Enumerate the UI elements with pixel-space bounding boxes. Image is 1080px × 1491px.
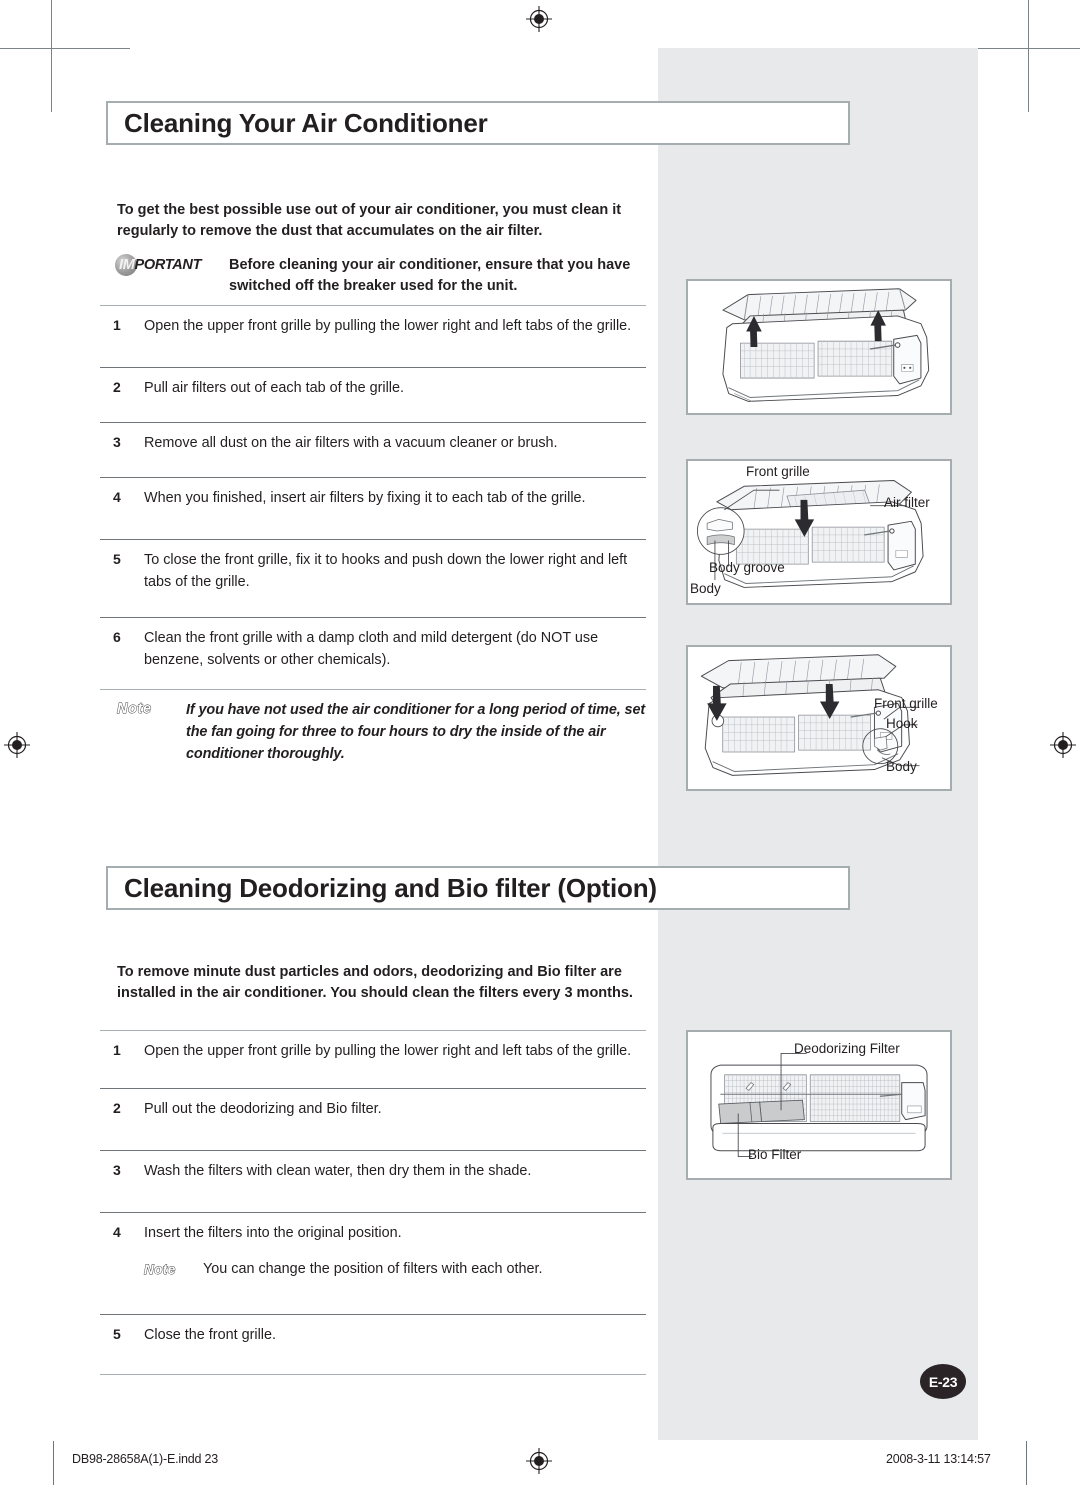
crop-mark-top-left-horizontal [0,48,130,49]
note-tag-label: Note [144,1262,176,1278]
crop-mark-top-left-vertical [51,0,52,112]
figure-close-front-grille-hook: Front grille Hook Body [686,645,952,791]
figure2-label-air-filter: Air filter [884,495,930,510]
footer-file-name: DB98-28658A(1)-E.indd 23 [72,1452,218,1466]
step-text: Remove all dust on the air filters with … [144,435,558,451]
step-number: 3 [113,1162,121,1178]
section-heading-cleaning-deodorizing-bio-filter: Cleaning Deodorizing and Bio filter (Opt… [106,866,850,910]
step-number: 5 [113,1326,121,1342]
footer-rule-left [53,1441,54,1485]
step-text: Wash the filters with clean water, then … [144,1163,532,1179]
important-text: Before cleaning your air conditioner, en… [229,257,631,294]
registration-mark-bottom [526,1448,552,1474]
step-item: 4 When you finished, insert air filters … [100,477,646,539]
section2-intro-paragraph: To remove minute dust particles and odor… [117,964,633,1001]
figure2-label-body-groove: Body groove [709,560,785,575]
note-text: You can change the position of filters w… [203,1261,543,1277]
step-number: 3 [113,434,121,450]
step-item: 5 Close the front grille. [100,1314,646,1374]
note-callout-inline: Note You can change the position of filt… [144,1244,646,1280]
registration-mark-left [4,732,30,758]
note-text: If you have not used the air conditioner… [186,702,646,762]
figure-open-front-grille [686,279,952,415]
step-item: 4 Insert the filters into the original p… [100,1212,646,1314]
step-number: 1 [113,317,121,333]
crop-mark-top-right-vertical [1028,0,1029,112]
figure-deodorizing-bio-filter: Deodorizing Filter Bio Filter [686,1030,952,1180]
step-text: Close the front grille. [144,1327,276,1343]
step-item: 1 Open the upper front grille by pulling… [100,305,646,367]
step-number: 4 [113,489,121,505]
step-text: Pull out the deodorizing and Bio filter. [144,1101,382,1117]
note-tag-label: Note [117,701,152,718]
step-number: 4 [113,1224,121,1240]
step-text: When you finished, insert air filters by… [144,490,586,506]
figure2-label-body: Body [690,581,721,596]
figure3-label-front-grille: Front grille [874,696,938,711]
registration-mark-right [1050,732,1076,758]
figure4-label-bio-filter: Bio Filter [748,1147,802,1162]
step-number: 2 [113,379,121,395]
important-callout: IMPORTANT Before cleaning your air condi… [115,254,657,297]
section-heading-cleaning-air-conditioner: Cleaning Your Air Conditioner [106,101,850,145]
step-number: 5 [113,551,121,567]
figure2-label-front-grille: Front grille [746,464,810,479]
figure3-label-body: Body [886,759,917,774]
step-text: Open the upper front grille by pulling t… [144,318,632,334]
page-title: Cleaning Your Air Conditioner [124,107,488,138]
figure-air-filter-labels: Front grille Air filter Body groove Body [686,459,952,605]
important-tag-label: IMPORTANT [119,257,202,273]
footer-timestamp: 2008-3-11 13:14:57 [886,1452,991,1466]
important-tag: IMPORTANT [115,254,229,276]
step-text: Insert the filters into the original pos… [144,1225,402,1241]
step-text: Clean the front grille with a damp cloth… [144,630,599,668]
step-number: 2 [113,1100,121,1116]
section2-step-list: 1 Open the upper front grille by pulling… [100,1030,646,1375]
step-item: 1 Open the upper front grille by pulling… [100,1030,646,1088]
section2-title: Cleaning Deodorizing and Bio filter (Opt… [124,872,657,903]
step-item: 2 Pull out the deodorizing and Bio filte… [100,1088,646,1150]
step-item: 3 Remove all dust on the air filters wit… [100,422,646,477]
step-item: 6 Clean the front grille with a damp clo… [100,617,646,689]
figure4-label-deodorizing-filter: Deodorizing Filter [794,1041,900,1056]
figure3-label-hook: Hook [886,716,918,731]
step-item: 2 Pull air filters out of each tab of th… [100,367,646,422]
section1-intro-paragraph: To get the best possible use out of your… [117,202,622,239]
step-number: 6 [113,629,121,645]
section1-step-list: 1 Open the upper front grille by pulling… [100,305,646,779]
list-bottom-divider [100,1374,646,1375]
registration-mark-top [526,6,552,32]
step-text: Open the upper front grille by pulling t… [144,1043,632,1059]
step-text: Pull air filters out of each tab of the … [144,380,404,396]
step-item: 3 Wash the filters with clean water, the… [100,1150,646,1212]
page-number-badge: E-23 [920,1364,966,1399]
note-callout: Note If you have not used the air condit… [100,689,646,779]
step-item: 5 To close the front grille, fix it to h… [100,539,646,617]
step-text: To close the front grille, fix it to hoo… [144,552,628,590]
footer-rule-right [1026,1441,1027,1485]
step-number: 1 [113,1042,121,1058]
